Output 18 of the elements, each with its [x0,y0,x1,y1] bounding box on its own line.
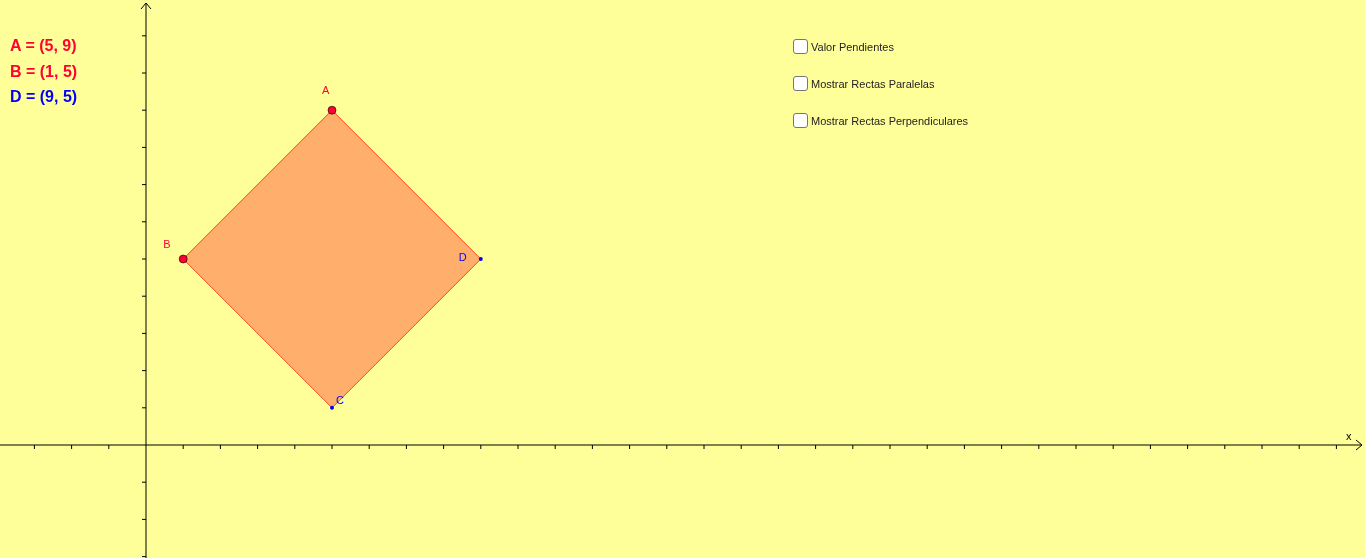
point-label: B [163,238,171,250]
point[interactable] [178,254,188,264]
coordinate-text: A = (5, 9) [10,38,77,54]
checkbox[interactable] [793,113,808,128]
checkbox[interactable] [793,39,808,54]
checkbox-label[interactable]: Mostrar Rectas Perpendiculares [811,114,969,127]
coordinate-text: B = (1, 5) [10,63,78,80]
coordinate-text: D = (9, 5) [10,89,78,105]
checkbox-label[interactable]: Mostrar Rectas Paralelas [811,77,935,90]
point-label: C [336,393,344,406]
point[interactable] [478,257,483,261]
checkbox[interactable] [793,76,808,91]
point[interactable] [327,105,337,115]
point-label: D [458,251,467,263]
point[interactable] [330,405,334,410]
checkbox-label[interactable]: Valor Pendientes [811,40,894,53]
axis-label: x [1346,430,1352,442]
point-label: A [322,84,330,97]
